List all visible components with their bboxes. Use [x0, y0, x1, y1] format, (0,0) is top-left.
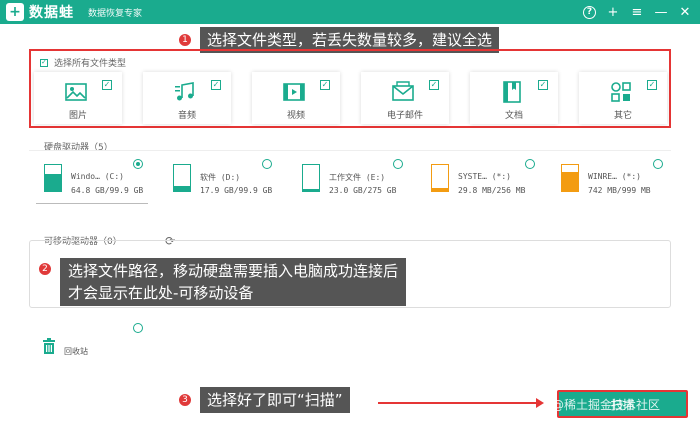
drive-usage-fill [303, 188, 319, 191]
watermark: @稀土掘金技术社区 [552, 398, 661, 412]
image-icon [64, 80, 88, 104]
drive-usage-fill [45, 174, 61, 191]
drive-icon [44, 164, 62, 192]
drive-usage-fill [432, 187, 448, 191]
other-icon [609, 80, 633, 104]
file-type-image[interactable]: 图片 ✓ [34, 72, 122, 124]
logo-icon: + [6, 3, 24, 21]
file-type-label: 音频 [177, 111, 196, 121]
drive-icon [561, 164, 579, 192]
recycle-bin-radio[interactable] [133, 323, 143, 333]
disk-size: 23.0 GB/275 GB [329, 186, 397, 195]
add-icon[interactable]: + [606, 5, 620, 19]
disk-name: Windo… (C:) [71, 172, 124, 181]
help-icon[interactable]: ? [583, 5, 596, 19]
file-type-email[interactable]: 电子邮件 ✓ [361, 72, 449, 124]
annotation-line: 选择文件路径，移动硬盘需要插入电脑成功连接后 [68, 262, 399, 280]
select-all-types[interactable]: ✓ 选择所有文件类型 [40, 56, 126, 69]
drive-icon [431, 164, 449, 192]
recycle-bin-label: 回收站 [64, 347, 88, 356]
select-all-label: 选择所有文件类型 [54, 59, 127, 69]
disk-radio[interactable] [262, 159, 272, 169]
annotation-2: 2 选择文件路径，移动硬盘需要插入电脑成功连接后 才会显示在此处-可移动设备 [38, 258, 407, 306]
file-type-checkbox[interactable]: ✓ [538, 80, 548, 90]
app-logo: + 数据蛙 数据恢复专家 [6, 2, 142, 22]
file-type-label: 文档 [504, 111, 523, 121]
app-subtitle: 数据恢复专家 [88, 8, 143, 19]
email-icon [391, 80, 415, 104]
drive-icon [173, 164, 191, 192]
annotation-3: 3 选择好了即可“扫描” [178, 387, 350, 413]
annotation-number: 3 [178, 393, 192, 407]
file-type-label: 视频 [286, 111, 305, 121]
annotation-text: 选择文件路径，移动硬盘需要插入电脑成功连接后 才会显示在此处-可移动设备 [60, 258, 407, 306]
pointer-arrow [378, 398, 544, 408]
title-bar: + 数据蛙 数据恢复专家 ? + ≡ — ✕ [0, 0, 700, 24]
annotation-number: 1 [178, 33, 192, 47]
disk-name: 软件 (D:) [200, 173, 241, 182]
app-name: 数据蛙 [29, 5, 74, 21]
file-type-checkbox[interactable]: ✓ [102, 80, 112, 90]
disk-size: 17.9 GB/99.9 GB [200, 186, 273, 195]
selected-disk-underline [36, 203, 148, 204]
file-type-checkbox[interactable]: ✓ [211, 80, 221, 90]
annotation-line: 才会显示在此处-可移动设备 [68, 284, 254, 302]
recycle-bin[interactable]: 回收站 [40, 338, 100, 368]
file-type-video[interactable]: 视频 ✓ [252, 72, 340, 124]
annotation-number: 2 [38, 262, 52, 276]
menu-icon[interactable]: ≡ [630, 5, 644, 19]
document-icon [500, 80, 524, 104]
file-type-other[interactable]: 其它 ✓ [579, 72, 667, 124]
file-type-checkbox[interactable]: ✓ [429, 80, 439, 90]
disk-radio[interactable] [525, 159, 535, 169]
drive-usage-fill [174, 186, 190, 191]
minimize-icon[interactable]: — [654, 5, 668, 19]
music-icon [173, 80, 197, 104]
file-type-checkbox[interactable]: ✓ [647, 80, 657, 90]
disk-size: 64.8 GB/99.9 GB [71, 186, 144, 195]
file-type-label: 图片 [68, 111, 87, 121]
file-type-music[interactable]: 音频 ✓ [143, 72, 231, 124]
drive-icon [302, 164, 320, 192]
select-all-checkbox[interactable]: ✓ [40, 58, 48, 67]
disk-name: SYSTE… (*:) [458, 172, 511, 181]
drive-usage-fill [562, 171, 578, 191]
disk-name: 工作文件 (E:) [329, 173, 386, 182]
file-type-checkbox[interactable]: ✓ [320, 80, 330, 90]
close-icon[interactable]: ✕ [678, 5, 692, 19]
file-type-document[interactable]: 文档 ✓ [470, 72, 558, 124]
annotation-text: 选择好了即可“扫描” [200, 387, 350, 413]
trash-icon [43, 338, 55, 354]
disk-size: 742 MB/999 MB [588, 186, 651, 195]
disk-radio[interactable] [133, 159, 143, 169]
disk-radio[interactable] [653, 159, 663, 169]
disk-item[interactable]: SYSTE… (*:) 29.8 MB/256 MB [431, 160, 541, 202]
disk-radio[interactable] [393, 159, 403, 169]
disk-name: WINRE… (*:) [588, 172, 641, 181]
disk-size: 29.8 MB/256 MB [458, 186, 526, 195]
file-type-label: 其它 [613, 111, 632, 121]
video-icon [282, 80, 306, 104]
file-type-label: 电子邮件 [386, 111, 423, 121]
